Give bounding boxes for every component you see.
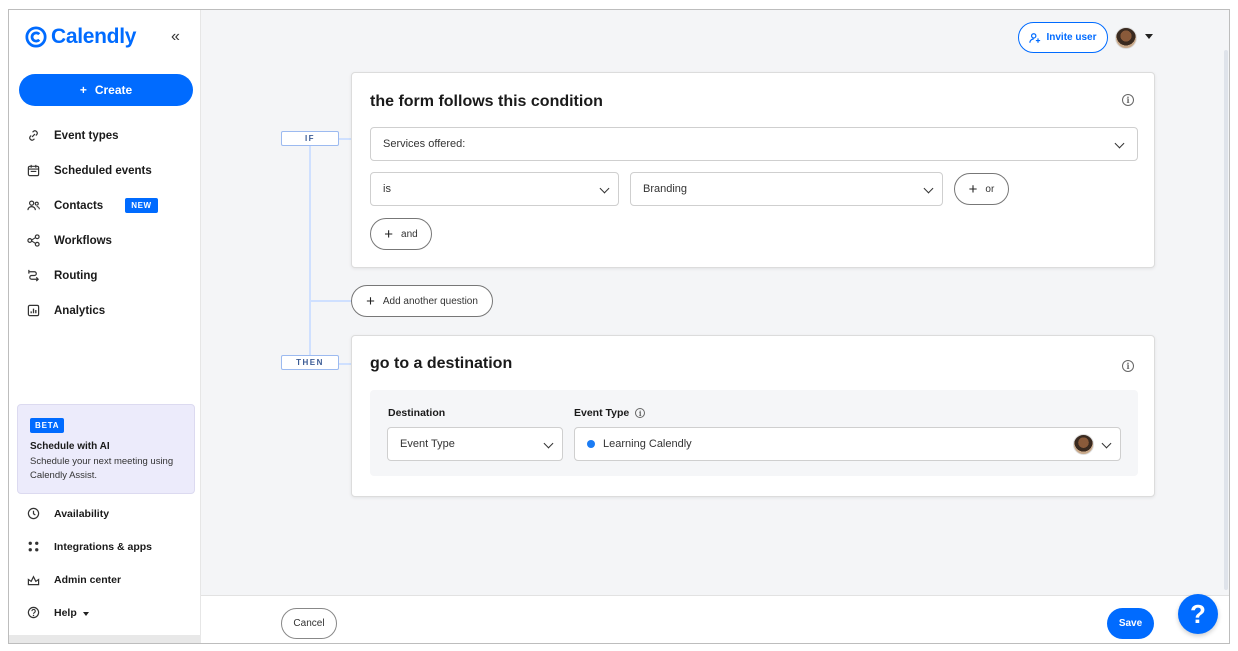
cancel-button[interactable]: Cancel xyxy=(281,608,337,639)
sidebar-item-analytics[interactable]: Analytics xyxy=(9,293,201,328)
condition-card-title: the form follows this condition xyxy=(370,93,603,110)
admin-icon xyxy=(27,575,40,586)
chevron-down-icon xyxy=(543,438,554,449)
plus-icon: + xyxy=(384,225,394,243)
schedule-with-ai-card[interactable]: BETA Schedule with AI Schedule your next… xyxy=(17,404,195,494)
save-button[interactable]: Save xyxy=(1107,608,1154,639)
chevron-down-icon xyxy=(923,183,934,194)
sidebar-item-admin-center[interactable]: Admin center xyxy=(9,563,201,596)
sidebar-item-routing[interactable]: Routing xyxy=(9,258,201,293)
new-badge: NEW xyxy=(125,198,158,213)
chevron-down-icon xyxy=(599,183,610,194)
calendly-logo-icon xyxy=(25,26,47,48)
flow-connector-question xyxy=(311,300,351,302)
operator-select[interactable]: is xyxy=(370,172,619,206)
collapse-sidebar-icon[interactable]: « xyxy=(171,28,180,46)
calendly-logo[interactable]: Calendly xyxy=(25,25,136,49)
event-type-select[interactable]: Learning Calendly xyxy=(574,427,1121,461)
sidebar-item-integrations[interactable]: Integrations & apps xyxy=(9,530,201,563)
host-avatar xyxy=(1073,434,1094,455)
brand-name: Calendly xyxy=(51,25,137,48)
calendar-icon xyxy=(27,164,40,177)
event-type-label: Event Type i xyxy=(574,407,646,419)
plus-icon: + xyxy=(366,292,375,310)
link-icon xyxy=(29,130,38,141)
plus-icon: + xyxy=(968,180,978,198)
then-tag: THEN xyxy=(281,355,339,370)
create-button[interactable]: + Create xyxy=(19,74,193,106)
scrollbar[interactable] xyxy=(1224,50,1228,590)
sidebar-bottom-nav: Availability Integrations & apps Admin c… xyxy=(9,497,201,629)
beta-badge: BETA xyxy=(30,418,65,433)
user-avatar[interactable] xyxy=(1115,27,1137,49)
analytics-icon xyxy=(27,304,40,317)
add-another-question-button[interactable]: + Add another question xyxy=(351,285,493,317)
flow-connector-then xyxy=(339,363,351,365)
add-or-condition-button[interactable]: + or xyxy=(954,173,1009,205)
add-user-icon xyxy=(1029,32,1041,43)
footer-bar: Cancel Save xyxy=(201,595,1229,643)
sidebar-bottom-strip xyxy=(9,635,201,643)
info-icon[interactable]: i xyxy=(635,408,646,418)
info-icon[interactable]: i xyxy=(1122,94,1134,106)
sidebar-item-event-types[interactable]: Event types xyxy=(9,118,201,153)
chevron-down-icon xyxy=(82,611,89,616)
app-window: Calendly « + Create Event types Schedule… xyxy=(8,9,1230,644)
sidebar-nav: Event types Scheduled events Contacts NE… xyxy=(9,118,201,328)
sidebar-item-scheduled-events[interactable]: Scheduled events xyxy=(9,153,201,188)
sidebar-item-contacts[interactable]: Contacts NEW xyxy=(9,188,201,223)
question-select[interactable]: Services offered: xyxy=(370,127,1138,161)
add-and-condition-button[interactable]: + and xyxy=(370,218,432,250)
sidebar-item-workflows[interactable]: Workflows xyxy=(9,223,201,258)
account-menu-caret-icon[interactable] xyxy=(1145,34,1153,39)
routing-icon xyxy=(28,269,39,282)
info-icon[interactable]: i xyxy=(1122,360,1134,372)
destination-panel: Destination Event Type Event Type i Lear… xyxy=(370,390,1138,476)
destination-label: Destination xyxy=(388,407,446,419)
plus-icon: + xyxy=(79,83,87,97)
help-fab-button[interactable]: ? xyxy=(1178,594,1218,634)
destination-card-title: go to a destination xyxy=(370,355,513,372)
chevron-down-icon xyxy=(1101,438,1112,449)
chevron-down-icon xyxy=(1114,138,1125,149)
ai-card-description: Schedule your next meeting using Calendl… xyxy=(30,456,174,481)
help-icon xyxy=(27,606,40,619)
create-button-label: Create xyxy=(94,83,133,97)
apps-grid-icon xyxy=(28,541,39,552)
contacts-icon xyxy=(27,200,40,211)
clock-icon xyxy=(27,507,40,520)
workflows-icon xyxy=(27,234,40,247)
destination-select[interactable]: Event Type xyxy=(387,427,563,461)
sidebar-item-availability[interactable]: Availability xyxy=(9,497,201,530)
condition-card: the form follows this condition i Servic… xyxy=(351,72,1155,268)
if-tag: IF xyxy=(281,131,339,146)
sidebar: Calendly « + Create Event types Schedule… xyxy=(9,10,201,643)
flow-connector-if xyxy=(339,138,351,140)
answer-value-select[interactable]: Branding xyxy=(630,172,943,206)
flow-connector-vertical xyxy=(309,146,311,358)
ai-card-title: Schedule with AI xyxy=(30,441,110,452)
event-color-dot xyxy=(587,440,595,448)
invite-user-button[interactable]: Invite user xyxy=(1018,22,1108,53)
destination-card: go to a destination i Destination Event … xyxy=(351,335,1155,497)
sidebar-item-help[interactable]: Help xyxy=(9,596,201,629)
